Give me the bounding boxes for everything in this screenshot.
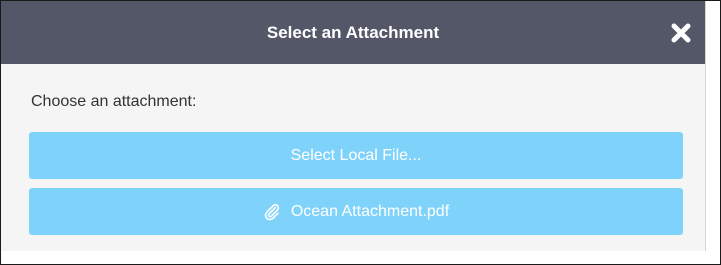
select-local-file-label: Select Local File...	[290, 146, 422, 164]
dialog-title: Select an Attachment	[266, 23, 440, 42]
choose-attachment-label: Choose an attachment:	[31, 93, 197, 110]
close-icon[interactable]	[669, 21, 693, 45]
screenshot-frame: Select an Attachment Choose an attachmen…	[0, 0, 721, 265]
attachment-dialog: Select an Attachment Choose an attachmen…	[1, 1, 706, 251]
ocean-attachment-button[interactable]: Ocean Attachment.pdf	[29, 188, 683, 235]
dialog-header: Select an Attachment	[1, 1, 705, 64]
select-local-file-button[interactable]: Select Local File...	[29, 132, 683, 179]
paperclip-icon	[263, 203, 281, 221]
underlying-page-strip	[1, 251, 720, 264]
ocean-attachment-label: Ocean Attachment.pdf	[290, 202, 450, 220]
